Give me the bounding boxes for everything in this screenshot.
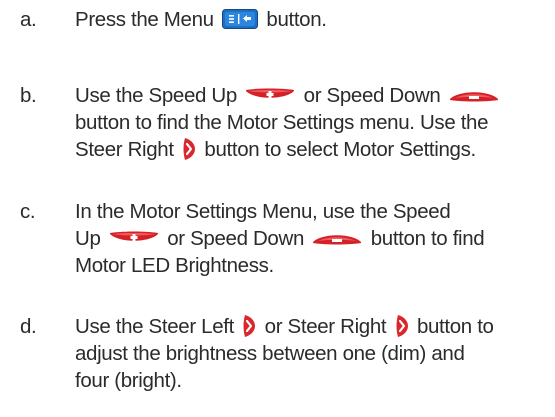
step-text: Use the Speed Up or Speed Down button to…: [75, 82, 555, 163]
text-segment: In the Motor Settings Menu, use the Spee…: [75, 200, 451, 223]
step-line: Press the Menu button.: [75, 6, 555, 33]
steer-left-icon: [242, 314, 256, 338]
step-text: Use the Steer Left or Steer Right button…: [75, 313, 555, 394]
text-segment: button.: [266, 8, 327, 31]
text-segment: Press the Menu: [75, 8, 214, 31]
step-line: adjust the brightness between one (dim) …: [75, 340, 555, 367]
step-text: In the Motor Settings Menu, use the Spee…: [75, 198, 555, 279]
step-letter: b.: [20, 84, 37, 107]
step-text: Press the Menu button.: [75, 6, 555, 33]
text-segment: adjust the brightness between one (dim) …: [75, 342, 465, 365]
text-segment: Up: [75, 227, 101, 250]
speed-up-plus-icon: [245, 88, 295, 102]
text-segment: or Speed Down: [167, 227, 304, 250]
instruction-list: a. Press the Menu button. b. Use the Spe…: [0, 0, 555, 417]
text-segment: four (bright).: [75, 369, 182, 392]
steer-right-icon: [182, 137, 196, 161]
text-segment: button to find: [370, 227, 485, 250]
step-letter: c.: [20, 200, 36, 223]
step-line: Motor LED Brightness.: [75, 252, 555, 279]
text-segment: button to find the Motor Settings menu. …: [75, 111, 489, 134]
speed-down-minus-icon: [312, 231, 362, 245]
text-segment: or Steer Right: [264, 315, 387, 338]
step-line: four (bright).: [75, 367, 555, 394]
step-line: In the Motor Settings Menu, use the Spee…: [75, 198, 555, 225]
step-letter: a.: [20, 8, 37, 31]
speed-up-plus-icon: [109, 231, 159, 245]
step-line: Use the Steer Left or Steer Right button…: [75, 313, 555, 340]
text-segment: button to: [416, 315, 494, 338]
step-line: Use the Speed Up or Speed Down: [75, 82, 555, 109]
steer-right-icon: [395, 314, 409, 338]
step-line: Steer Right button to select Motor Setti…: [75, 136, 555, 163]
text-segment: or Speed Down: [303, 84, 441, 107]
step-line: button to find the Motor Settings menu. …: [75, 109, 555, 136]
menu-button-icon: [222, 8, 259, 29]
step-letter: d.: [20, 315, 37, 338]
text-segment: Steer Right: [75, 138, 174, 161]
text-segment: Use the Steer Left: [75, 315, 234, 338]
speed-down-minus-icon: [449, 88, 499, 102]
text-segment: button to select Motor Settings.: [204, 138, 476, 161]
text-segment: Use the Speed Up: [75, 84, 237, 107]
text-segment: Motor LED Brightness.: [75, 254, 274, 277]
step-line: Up or Speed Down button to find: [75, 225, 555, 252]
